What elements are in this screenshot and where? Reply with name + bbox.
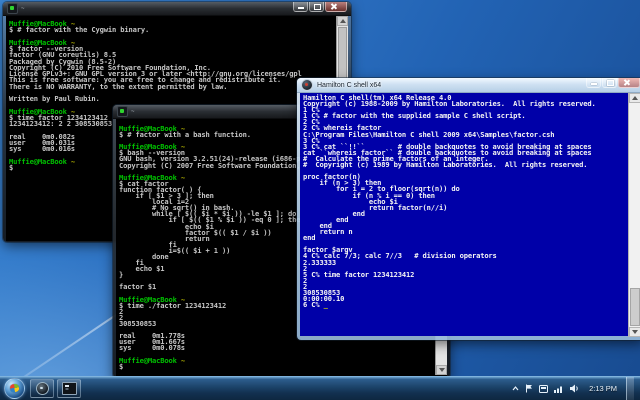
terminal-line: 6 C% _ — [303, 302, 626, 308]
close-button[interactable] — [325, 2, 347, 12]
terminal-line: Copyright (c) 1988-2009 by Hamilton Labo… — [303, 101, 626, 107]
taskbar-button-hamilton[interactable] — [30, 379, 54, 398]
console-icon — [62, 382, 77, 395]
start-button[interactable] — [4, 378, 25, 399]
taskbar-button-terminal[interactable] — [57, 379, 81, 398]
title-bar[interactable]: Hamilton C shell x64 — [297, 78, 640, 93]
hamilton-icon — [36, 382, 49, 395]
window-title: ~ — [21, 6, 25, 12]
minimize-button[interactable] — [586, 78, 601, 88]
hidden-icons-caret-icon[interactable] — [512, 386, 519, 391]
close-button[interactable] — [618, 78, 640, 88]
system-tray: 2:13 PM — [512, 377, 640, 400]
terminal-line: $ — [119, 364, 433, 370]
windows-flag-icon — [9, 384, 19, 393]
desktop: ~ Muffie@MacBook ~$ # factor with the Cy… — [0, 0, 640, 400]
window-title: ~ — [131, 109, 135, 115]
title-bar[interactable]: ~ — [3, 2, 351, 16]
minimize-button[interactable] — [293, 2, 308, 12]
scroll-down-icon[interactable] — [629, 327, 640, 337]
terminal-content[interactable]: Hamilton C shell(tm) x64 Release 4.0Copy… — [300, 93, 640, 336]
terminal-line: # Copyright (c) 1989 by Hamilton Laborat… — [303, 162, 626, 168]
network-icon[interactable] — [554, 385, 564, 393]
hamilton-c-shell-window: Hamilton C shell x64 Hamilton C shell(tm… — [297, 78, 640, 340]
mintty-icon — [7, 3, 18, 14]
scrollbar-thumb[interactable] — [630, 288, 640, 326]
action-center-flag-icon[interactable] — [525, 384, 533, 393]
scrollbar[interactable] — [628, 93, 640, 337]
clock[interactable]: 2:13 PM — [586, 384, 620, 393]
taskbar: 2:13 PM — [0, 376, 640, 400]
window-title: Hamilton C shell x64 — [317, 82, 381, 89]
mintty-icon — [117, 106, 128, 117]
hamilton-icon — [301, 79, 313, 91]
volume-icon[interactable] — [570, 384, 580, 393]
show-desktop-button[interactable] — [626, 377, 634, 400]
scroll-down-icon[interactable] — [436, 365, 447, 375]
maximize-button[interactable] — [602, 78, 617, 88]
scroll-up-icon[interactable] — [629, 93, 640, 103]
scroll-up-icon[interactable] — [337, 16, 348, 26]
maximize-button[interactable] — [309, 2, 324, 12]
windows-update-icon[interactable] — [539, 385, 548, 393]
